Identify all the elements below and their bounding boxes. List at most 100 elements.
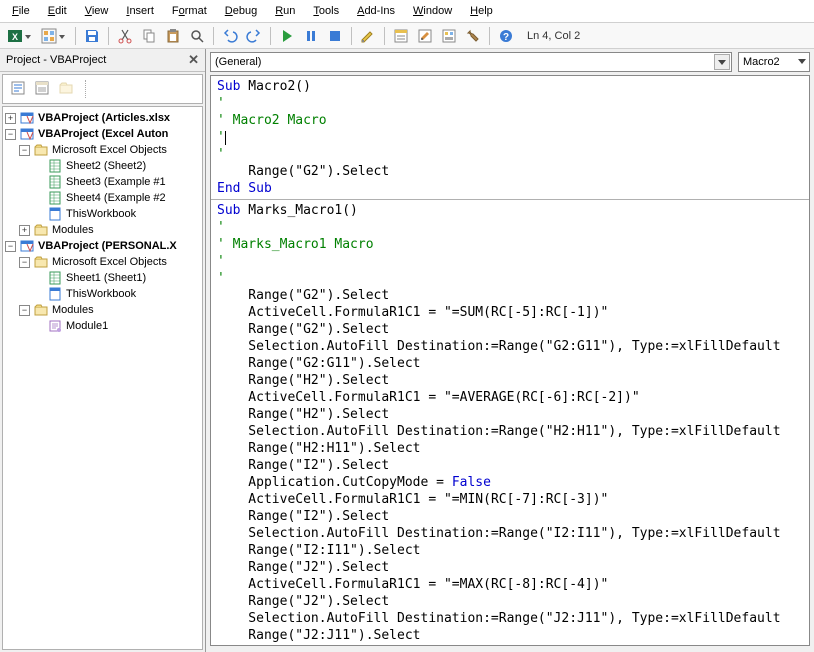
- module-node[interactable]: Module1: [5, 318, 200, 334]
- project-pane-title-text: Project - VBAProject: [6, 54, 106, 66]
- expand-icon[interactable]: +: [5, 113, 16, 124]
- project-node[interactable]: − VBAProject (PERSONAL.X: [5, 238, 200, 254]
- project-explorer-icon[interactable]: [390, 25, 412, 47]
- redo-icon[interactable]: [243, 25, 265, 47]
- code-dropdowns: (General) Macro2: [206, 49, 814, 75]
- project-label: VBAProject (PERSONAL.X: [38, 238, 177, 254]
- project-node[interactable]: − VBAProject (Excel Auton: [5, 126, 200, 142]
- menu-run[interactable]: Run: [267, 2, 303, 20]
- workbook-node[interactable]: ThisWorkbook: [5, 206, 200, 222]
- menu-edit[interactable]: Edit: [40, 2, 75, 20]
- paste-icon[interactable]: [162, 25, 184, 47]
- code-pane: (General) Macro2 Sub Macro2() ' ' Macro2…: [206, 49, 814, 652]
- view-code-icon[interactable]: [7, 77, 29, 99]
- sheet-label: ThisWorkbook: [66, 206, 136, 222]
- vbaproject-icon: [19, 110, 35, 126]
- copy-icon[interactable]: [138, 25, 160, 47]
- toggle-folders-icon[interactable]: [55, 77, 77, 99]
- excel-icon[interactable]: X: [4, 25, 26, 47]
- worksheet-icon: [47, 190, 63, 206]
- properties-icon[interactable]: [414, 25, 436, 47]
- menu-view[interactable]: View: [77, 2, 117, 20]
- project-label: VBAProject (Articles.xlsx: [38, 110, 170, 126]
- folder-label: Microsoft Excel Objects: [52, 142, 167, 158]
- project-pane-title: Project - VBAProject ✕: [0, 49, 205, 72]
- sheet-node[interactable]: Sheet1 (Sheet1): [5, 270, 200, 286]
- collapse-icon[interactable]: −: [5, 129, 16, 140]
- menu-bar: File Edit View Insert Format Debug Run T…: [0, 0, 814, 23]
- object-dropdown-value: (General): [215, 56, 277, 68]
- chevron-down-icon[interactable]: [714, 54, 730, 70]
- workbook-icon: [47, 206, 63, 222]
- sheet-label: ThisWorkbook: [66, 286, 136, 302]
- workbook-icon: [47, 286, 63, 302]
- menu-insert[interactable]: Insert: [118, 2, 162, 20]
- sheet-node[interactable]: Sheet4 (Example #2: [5, 190, 200, 206]
- vbaproject-icon: [19, 126, 35, 142]
- folder-icon: [33, 142, 49, 158]
- expand-icon[interactable]: +: [19, 225, 30, 236]
- object-dropdown[interactable]: (General): [210, 52, 732, 72]
- sheet-label: Sheet2 (Sheet2): [66, 158, 146, 174]
- sheet-label: Sheet1 (Sheet1): [66, 270, 146, 286]
- vbaproject-icon: [19, 238, 35, 254]
- folder-label: Modules: [52, 302, 94, 318]
- menu-debug[interactable]: Debug: [217, 2, 265, 20]
- project-explorer-pane: Project - VBAProject ✕ + VBAProject (Art…: [0, 49, 206, 652]
- menu-addins[interactable]: Add-Ins: [349, 2, 403, 20]
- project-toolbar: [2, 74, 203, 104]
- menu-tools[interactable]: Tools: [305, 2, 347, 20]
- menu-window[interactable]: Window: [405, 2, 460, 20]
- insert-module-icon[interactable]: [38, 25, 60, 47]
- cut-icon[interactable]: [114, 25, 136, 47]
- menu-format[interactable]: Format: [164, 2, 215, 20]
- reset-icon[interactable]: [324, 25, 346, 47]
- procedure-dropdown[interactable]: Macro2: [738, 52, 810, 72]
- menu-file[interactable]: File: [4, 2, 38, 20]
- folder-node[interactable]: + Modules: [5, 222, 200, 238]
- sheet-label: Sheet3 (Example #1: [66, 174, 166, 190]
- folder-label: Microsoft Excel Objects: [52, 254, 167, 270]
- sheet-node[interactable]: Sheet2 (Sheet2): [5, 158, 200, 174]
- view-object-icon[interactable]: [31, 77, 53, 99]
- break-icon[interactable]: [300, 25, 322, 47]
- module-icon: [47, 318, 63, 334]
- procedure-dropdown-value: Macro2: [743, 56, 796, 68]
- folder-icon: [33, 222, 49, 238]
- toolbar: X ? Ln 4, Col 2: [0, 23, 814, 49]
- worksheet-icon: [47, 158, 63, 174]
- collapse-icon[interactable]: −: [5, 241, 16, 252]
- folder-label: Modules: [52, 222, 94, 238]
- svg-text:?: ?: [503, 32, 509, 43]
- folder-node[interactable]: − Microsoft Excel Objects: [5, 142, 200, 158]
- workbook-node[interactable]: ThisWorkbook: [5, 286, 200, 302]
- code-editor[interactable]: Sub Macro2() ' ' Macro2 Macro ' ' Range(…: [210, 75, 810, 646]
- help-icon[interactable]: ?: [495, 25, 517, 47]
- folder-node[interactable]: − Microsoft Excel Objects: [5, 254, 200, 270]
- menu-help[interactable]: Help: [462, 2, 501, 20]
- project-label: VBAProject (Excel Auton: [38, 126, 168, 142]
- undo-icon[interactable]: [219, 25, 241, 47]
- module-label: Module1: [66, 318, 108, 334]
- find-icon[interactable]: [186, 25, 208, 47]
- collapse-icon[interactable]: −: [19, 145, 30, 156]
- worksheet-icon: [47, 270, 63, 286]
- folder-icon: [33, 302, 49, 318]
- close-icon[interactable]: ✕: [188, 52, 199, 68]
- collapse-icon[interactable]: −: [19, 305, 30, 316]
- run-icon[interactable]: [276, 25, 298, 47]
- folder-icon: [33, 254, 49, 270]
- object-browser-icon[interactable]: [438, 25, 460, 47]
- project-node[interactable]: + VBAProject (Articles.xlsx: [5, 110, 200, 126]
- svg-text:X: X: [12, 32, 18, 42]
- project-tree: + VBAProject (Articles.xlsx − VBAProject…: [2, 106, 203, 650]
- save-icon[interactable]: [81, 25, 103, 47]
- worksheet-icon: [47, 174, 63, 190]
- sheet-node[interactable]: Sheet3 (Example #1: [5, 174, 200, 190]
- design-mode-icon[interactable]: [357, 25, 379, 47]
- sheet-label: Sheet4 (Example #2: [66, 190, 166, 206]
- folder-node[interactable]: − Modules: [5, 302, 200, 318]
- toolbox-icon[interactable]: [462, 25, 484, 47]
- cursor-position-status: Ln 4, Col 2: [519, 30, 588, 42]
- collapse-icon[interactable]: −: [19, 257, 30, 268]
